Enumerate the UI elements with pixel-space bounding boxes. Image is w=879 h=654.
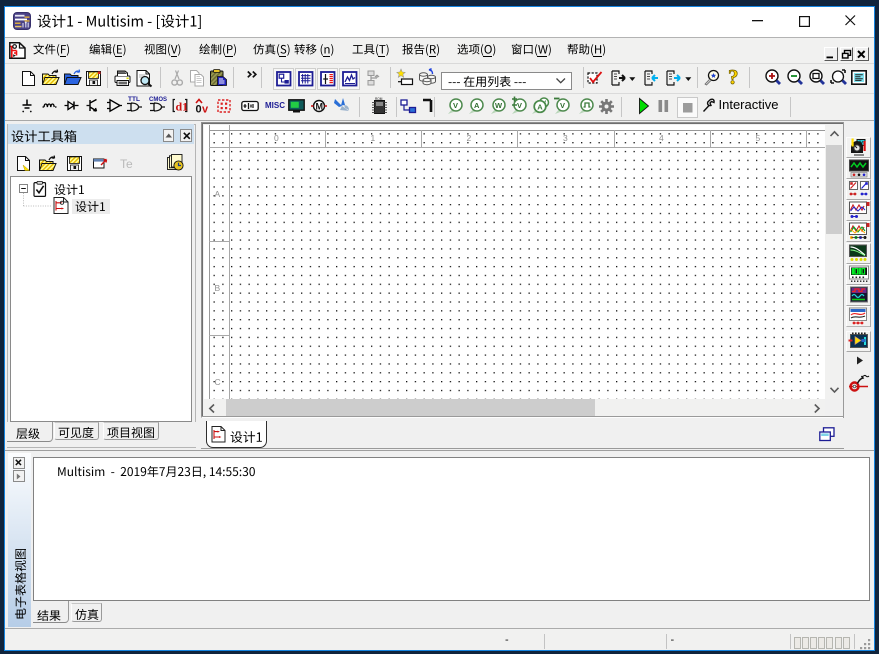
svg-text:v: v <box>202 104 209 116</box>
svg-text:0: 0 <box>196 104 202 116</box>
svg-text:ROM: ROM <box>375 97 383 101</box>
svg-text:V: V <box>560 101 565 110</box>
svg-text:Te: Te <box>120 157 133 171</box>
svg-text:W: W <box>495 101 503 110</box>
svg-text:d1: d1 <box>176 100 189 114</box>
svg-text:A: A <box>474 101 480 110</box>
svg-text:?: ? <box>728 65 739 89</box>
svg-text:V: V <box>517 101 522 110</box>
svg-text:V: V <box>453 101 458 110</box>
svg-text:CMOS: CMOS <box>149 97 167 103</box>
svg-text:V: V <box>542 100 547 107</box>
svg-text:TTL: TTL <box>128 96 140 103</box>
svg-text:MISC: MISC <box>265 101 285 110</box>
svg-text:A: A <box>537 102 543 111</box>
svg-text:M: M <box>316 102 324 112</box>
